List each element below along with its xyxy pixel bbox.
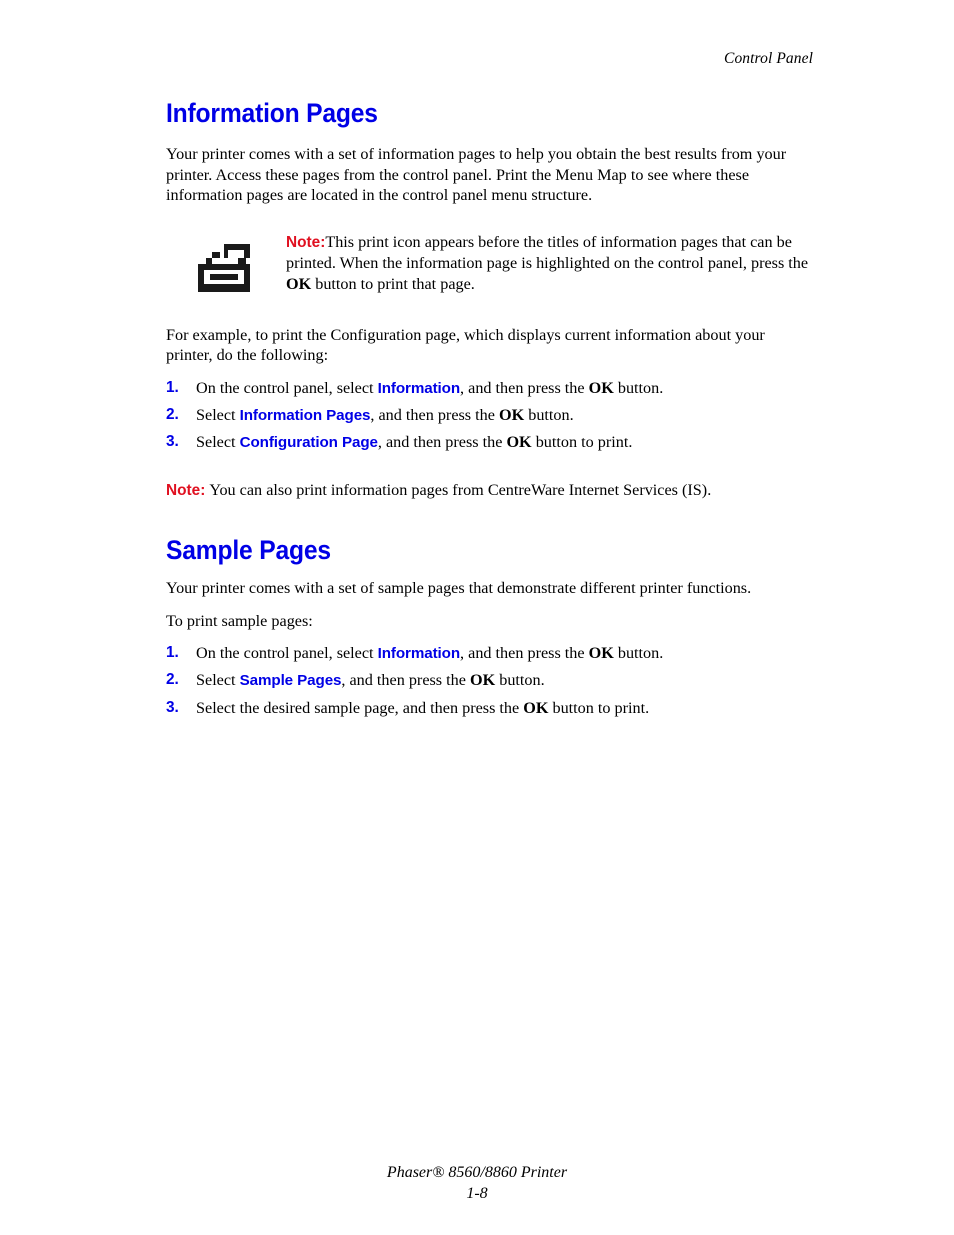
page-number: 1-8 bbox=[466, 1185, 488, 1202]
note-text-part-1: This print icon appears before the title… bbox=[286, 232, 809, 273]
note-label: Note: bbox=[286, 233, 326, 251]
heading-information-pages: Information Pages bbox=[166, 98, 378, 128]
step-text-before: Select bbox=[196, 432, 240, 451]
sample-pages-intro: Your printer comes with a set of sample … bbox=[166, 579, 752, 598]
step-text-middle: , and then press the bbox=[370, 405, 499, 424]
trailing-note: Note: You can also print information pag… bbox=[166, 480, 834, 502]
ok-button-label: OK bbox=[588, 644, 614, 663]
ui-term-information: Information bbox=[377, 379, 461, 397]
sample-pages-lead-in: To print sample pages: bbox=[166, 611, 313, 630]
step-text-after: button to print. bbox=[548, 698, 650, 717]
list-item: 1. On the control panel, select Informati… bbox=[166, 643, 834, 665]
list-item: 2. Select Information Pages, and then pre… bbox=[166, 405, 834, 427]
information-pages-lead-in: For example, to print the Configuration … bbox=[166, 325, 765, 365]
note-icon-cell bbox=[166, 228, 286, 294]
step-number: 2. bbox=[166, 405, 179, 423]
ok-button-label: OK bbox=[523, 698, 549, 717]
step-text-middle: , and then press the bbox=[377, 432, 507, 451]
step-text-before: Select bbox=[196, 405, 240, 424]
list-item: 3. Select the desired sample page, and th… bbox=[166, 698, 834, 720]
ui-term-information: Information bbox=[377, 645, 461, 663]
step-number: 3. bbox=[166, 432, 179, 450]
step-number: 1. bbox=[166, 378, 179, 396]
information-pages-steps: 1. On the control panel, select Informati… bbox=[166, 378, 834, 454]
note-box-print-icon: Note:This print icon appears before the … bbox=[166, 228, 834, 295]
ok-button-label: OK bbox=[286, 274, 312, 293]
step-text-after: button to print. bbox=[531, 432, 633, 451]
step-text-before: Select the desired sample page, and then… bbox=[196, 698, 524, 717]
list-item: 2. Select Sample Pages, and then press th… bbox=[166, 670, 834, 692]
list-item: 1. On the control panel, select Informati… bbox=[166, 378, 834, 400]
note-label: Note: bbox=[166, 481, 206, 499]
document-page: Control Panel Information Pages Your pri… bbox=[0, 0, 954, 1235]
step-text-before: On the control panel, select bbox=[196, 644, 378, 663]
ok-button-label: OK bbox=[506, 432, 532, 451]
step-text-after: button. bbox=[613, 378, 664, 397]
step-text-after: button. bbox=[613, 644, 664, 663]
ui-term-configuration-page: Configuration Page bbox=[239, 433, 378, 451]
step-text-middle: , and then press the bbox=[460, 378, 589, 397]
ok-button-label: OK bbox=[498, 405, 525, 424]
ok-button-label: OK bbox=[588, 378, 614, 397]
step-number: 3. bbox=[166, 698, 179, 716]
step-text-after: button. bbox=[524, 405, 574, 424]
information-pages-intro: Your printer comes with a set of informa… bbox=[166, 145, 787, 205]
heading-sample-pages: Sample Pages bbox=[166, 535, 331, 566]
running-head-text: Control Panel bbox=[724, 50, 813, 67]
step-number: 1. bbox=[166, 644, 179, 662]
trailing-note-text: You can also print information pages fro… bbox=[209, 480, 712, 499]
printer-icon bbox=[198, 243, 250, 292]
sample-pages-steps: 1. On the control panel, select Informati… bbox=[166, 643, 834, 719]
note-text: Note:This print icon appears before the … bbox=[286, 228, 834, 295]
ui-term-sample-pages: Sample Pages bbox=[239, 672, 342, 690]
step-text-before: On the control panel, select bbox=[196, 378, 378, 397]
page-footer: Phaser® 8560/8860 Printer 1-8 bbox=[0, 1163, 954, 1204]
running-header: Control Panel bbox=[166, 50, 813, 68]
list-item: 3. Select Configuration Page, and then pr… bbox=[166, 432, 834, 454]
footer-product: Phaser® 8560/8860 Printer bbox=[386, 1164, 568, 1181]
step-text-middle: , and then press the bbox=[341, 671, 470, 690]
page-content: Information Pages Your printer comes wit… bbox=[166, 98, 834, 719]
step-text-middle: , and then press the bbox=[460, 644, 589, 663]
ui-term-information-pages: Information Pages bbox=[239, 406, 371, 424]
step-number: 2. bbox=[166, 671, 179, 689]
ok-button-label: OK bbox=[469, 671, 496, 690]
note-text-part-2: button to print that page. bbox=[311, 274, 475, 293]
step-text-after: button. bbox=[495, 671, 545, 690]
step-text-before: Select bbox=[196, 671, 240, 690]
